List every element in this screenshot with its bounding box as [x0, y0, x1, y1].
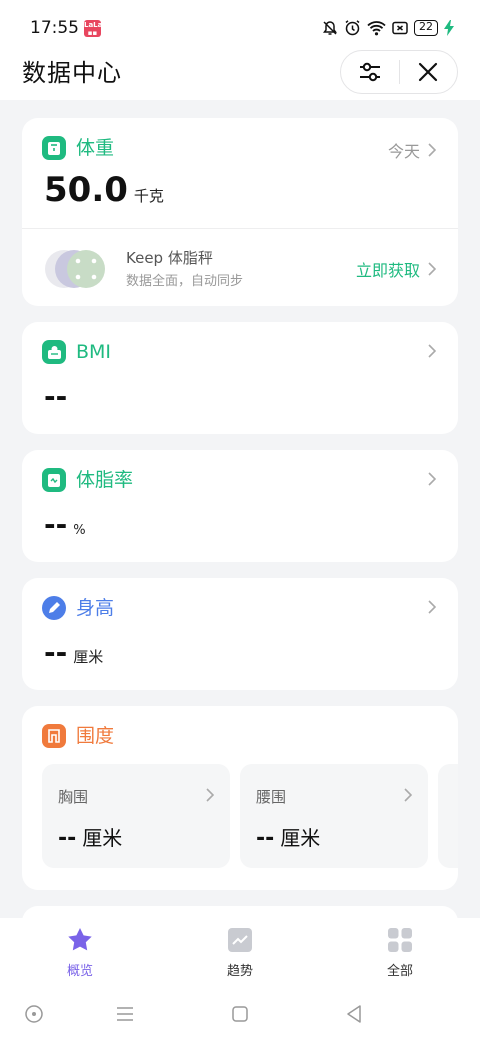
- keep-scale-promo[interactable]: Keep 体脂秤 数据全面，自动同步 立即获取: [22, 228, 458, 306]
- get-now-button[interactable]: 立即获取: [356, 257, 436, 281]
- chest-girth-unit: 厘米: [82, 826, 123, 850]
- body-fat-value: --: [44, 508, 68, 541]
- menu-icon: [117, 1007, 133, 1021]
- height-icon: [42, 596, 66, 620]
- bell-off-icon: [323, 20, 337, 35]
- girth-card[interactable]: 围度 胸围 -- 厘米 腰围 -- 厘米: [22, 706, 458, 890]
- weight-card-header: 体重: [42, 136, 114, 160]
- page-title: 数据中心: [22, 59, 122, 87]
- back-triangle-icon: [347, 1005, 361, 1023]
- star-icon: [68, 928, 92, 951]
- chest-girth-card[interactable]: 胸围 -- 厘米: [42, 764, 230, 868]
- chevron-right-icon: [428, 143, 436, 157]
- bmi-icon: [42, 340, 66, 364]
- chest-girth-label: 胸围: [58, 788, 89, 806]
- tab-trend[interactable]: 趋势: [200, 926, 280, 979]
- height-title: 身高: [76, 597, 115, 619]
- keep-scale-subtitle: 数据全面，自动同步: [126, 274, 244, 289]
- system-nav-bar: [0, 988, 480, 1040]
- battery-indicator: 22: [414, 19, 438, 36]
- body-fat-title: 体脂率: [76, 469, 134, 491]
- waist-girth-unit: 厘米: [280, 826, 321, 850]
- chest-girth-value: --: [58, 826, 77, 851]
- bmi-title: BMI: [76, 341, 112, 363]
- back-button[interactable]: [342, 1002, 366, 1026]
- body-fat-icon: [42, 468, 66, 492]
- menu-button[interactable]: [113, 1002, 137, 1026]
- tab-overview[interactable]: 概览: [40, 926, 120, 979]
- trend-icon: [228, 928, 252, 952]
- weight-unit: 千克: [133, 187, 164, 205]
- page-header: 数据中心: [0, 50, 480, 100]
- waist-girth-label: 腰围: [256, 788, 287, 806]
- body-fat-card[interactable]: 体脂率 --%: [22, 450, 458, 562]
- weight-date-link[interactable]: 今天: [388, 138, 436, 162]
- body-fat-card-header: 体脂率: [42, 468, 133, 492]
- grid-icon: [388, 928, 412, 952]
- weight-icon: [42, 136, 66, 160]
- chevron-right-icon: [428, 262, 436, 276]
- girth-card-header: 围度: [42, 724, 114, 748]
- body-fat-unit: %: [73, 523, 86, 538]
- assistant-button[interactable]: [22, 1002, 46, 1026]
- next-girth-card-partial[interactable]: [438, 764, 458, 868]
- circle-dot-icon: [25, 1005, 43, 1023]
- chevron-right-icon: [428, 600, 436, 614]
- close-icon: [419, 62, 438, 82]
- girth-icon: [42, 724, 66, 748]
- height-card[interactable]: 身高 -- 厘米: [22, 578, 458, 690]
- tab-trend-label: 趋势: [226, 964, 253, 979]
- height-card-header: 身高: [42, 596, 114, 620]
- waist-girth-card[interactable]: 腰围 -- 厘米: [240, 764, 428, 868]
- status-bar: 17:55 LaLa ▪▪ 22: [0, 0, 480, 56]
- height-value-row: -- 厘米: [44, 636, 103, 669]
- waist-girth-value-row: -- 厘米: [256, 822, 320, 851]
- tab-overview-label: 概览: [66, 964, 93, 979]
- charging-icon: [444, 19, 454, 36]
- alarm-icon: [345, 20, 360, 36]
- bottom-tab-bar: 概览 趋势 全部: [0, 918, 480, 988]
- next-card-partial: [22, 906, 458, 918]
- weight-value: 50.0: [44, 170, 128, 210]
- chevron-right-icon: [206, 788, 214, 802]
- keep-scale-title: Keep 体脂秤: [126, 249, 213, 267]
- bmi-card[interactable]: BMI --: [22, 322, 458, 434]
- girth-title: 围度: [76, 725, 115, 747]
- close-button[interactable]: [399, 51, 457, 93]
- status-time: 17:55: [30, 18, 79, 38]
- settings-button[interactable]: [341, 51, 399, 93]
- weight-title: 体重: [76, 137, 115, 159]
- status-icons: 22: [322, 19, 454, 36]
- bmi-value: --: [44, 380, 68, 413]
- height-unit: 厘米: [73, 648, 104, 666]
- tab-all-label: 全部: [386, 964, 413, 979]
- waist-girth-value: --: [256, 826, 275, 851]
- smart-scale-image: [45, 250, 105, 288]
- chevron-right-icon: [428, 472, 436, 486]
- height-value: --: [44, 636, 68, 669]
- content-area[interactable]: 体重 今天 50.0 千克 Keep 体脂秤 数据全面，自动同步 立即获取 BM…: [0, 100, 480, 918]
- square-icon: [232, 1006, 248, 1022]
- get-now-label: 立即获取: [355, 261, 420, 280]
- tab-all[interactable]: 全部: [360, 926, 440, 979]
- app-notification-icon: LaLa ▪▪: [84, 20, 103, 37]
- chevron-right-icon: [404, 788, 412, 802]
- chest-girth-value-row: -- 厘米: [58, 822, 122, 851]
- chevron-right-icon: [428, 344, 436, 358]
- weight-value-row: 50.0 千克: [44, 170, 164, 210]
- sliders-icon: [359, 62, 380, 82]
- weight-date-label: 今天: [387, 142, 420, 161]
- weight-card[interactable]: 体重 今天 50.0 千克 Keep 体脂秤 数据全面，自动同步 立即获取: [22, 118, 458, 306]
- home-button[interactable]: [228, 1002, 252, 1026]
- screen-record-icon: [392, 21, 408, 34]
- bmi-card-header: BMI: [42, 340, 111, 364]
- body-fat-value-row: --%: [44, 508, 86, 541]
- bmi-value-row: --: [44, 380, 67, 413]
- header-actions: [340, 50, 458, 94]
- wifi-icon: [367, 20, 386, 35]
